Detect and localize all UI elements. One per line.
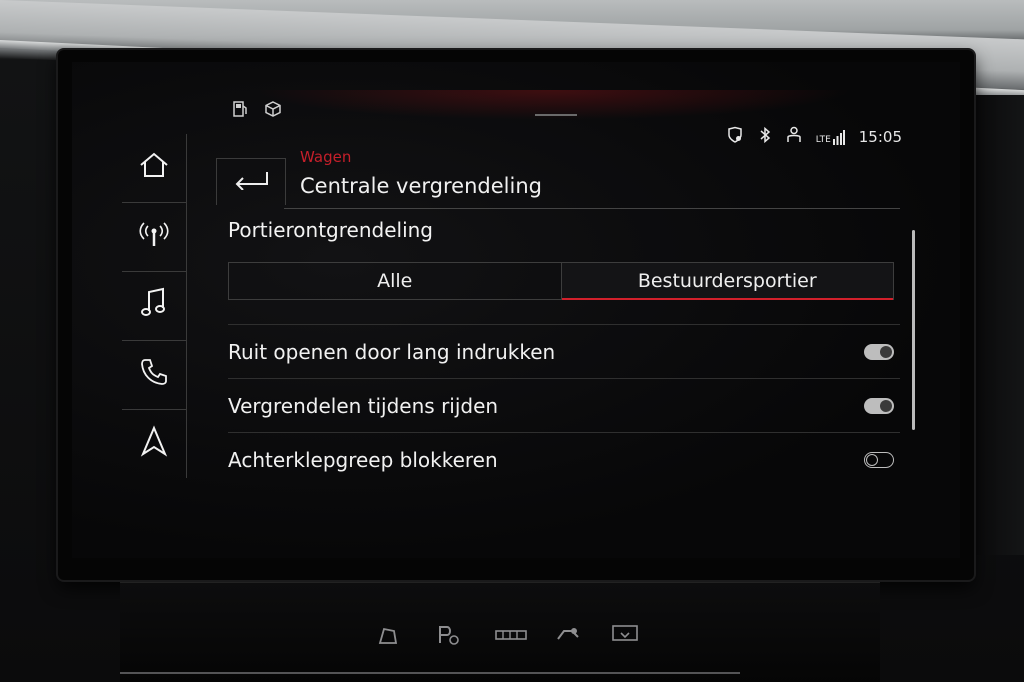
setting-row[interactable]: Ruit openen door lang indrukken [228,324,900,379]
infotainment-screen: LTE 15:05 Wagen Centrale vergrendeling P… [72,62,960,558]
scrollbar[interactable] [912,230,915,430]
person-icon [786,126,802,148]
navigation-icon [140,424,168,464]
console-trim-line [120,672,740,674]
signal-lte-icon: LTE [816,129,845,145]
sidebar-item-radio[interactable] [122,203,186,272]
menu-settings-icon[interactable] [602,623,648,657]
fuel-pump-icon [232,100,250,122]
setting-row[interactable]: Vergrendelen tijdens rijden [228,378,900,433]
door-unlock-selector: Alle Bestuurdersportier [228,262,894,300]
pull-down-handle[interactable] [535,114,577,116]
sidebar-item-navigation[interactable] [122,410,186,478]
phone-icon [139,357,169,394]
option-driver-door[interactable]: Bestuurdersportier [560,263,893,300]
toggle-knob [866,453,878,466]
status-right: LTE 15:05 [726,126,902,148]
sidebar [122,134,187,478]
dashboard-side-edge [976,95,1024,555]
car-dashboard: LTE 15:05 Wagen Centrale vergrendeling P… [0,0,1024,682]
toggle-knob [880,400,892,412]
setting-label: Achterklepgreep blokkeren [228,448,498,472]
hazard-grid-icon[interactable] [488,623,534,657]
package-icon [264,100,282,122]
setting-label: Vergrendelen tijdens rijden [228,394,499,418]
lower-console [120,582,880,682]
setting-toggle[interactable] [864,344,894,360]
setting-row[interactable]: Achterklepgreep blokkeren [228,432,900,487]
music-note-icon [140,287,168,326]
lte-label: LTE [815,135,831,145]
home-icon [138,151,170,186]
drive-mode-icon[interactable] [545,623,591,657]
radio-icon [138,220,170,255]
location-shield-icon [726,126,744,148]
setting-toggle[interactable] [864,398,894,414]
option-all-doors[interactable]: Alle [229,263,561,299]
setting-toggle[interactable] [864,452,894,468]
section-label: Portierontgrendeling [228,218,433,242]
seat-heat-icon[interactable] [365,623,411,657]
status-left [232,100,282,122]
bluetooth-icon [758,126,772,148]
title-divider [284,208,900,209]
clock: 15:05 [858,128,902,146]
sidebar-item-home[interactable] [122,134,186,203]
back-arrow-icon [231,167,271,197]
sidebar-item-phone[interactable] [122,341,186,410]
page-title: Centrale vergrendeling [300,174,542,198]
parking-assist-icon[interactable] [425,623,471,657]
breadcrumb[interactable]: Wagen [300,148,351,166]
sidebar-item-media[interactable] [122,272,186,341]
back-button[interactable] [216,158,286,205]
toggle-knob [880,346,892,358]
setting-label: Ruit openen door lang indrukken [228,340,556,364]
